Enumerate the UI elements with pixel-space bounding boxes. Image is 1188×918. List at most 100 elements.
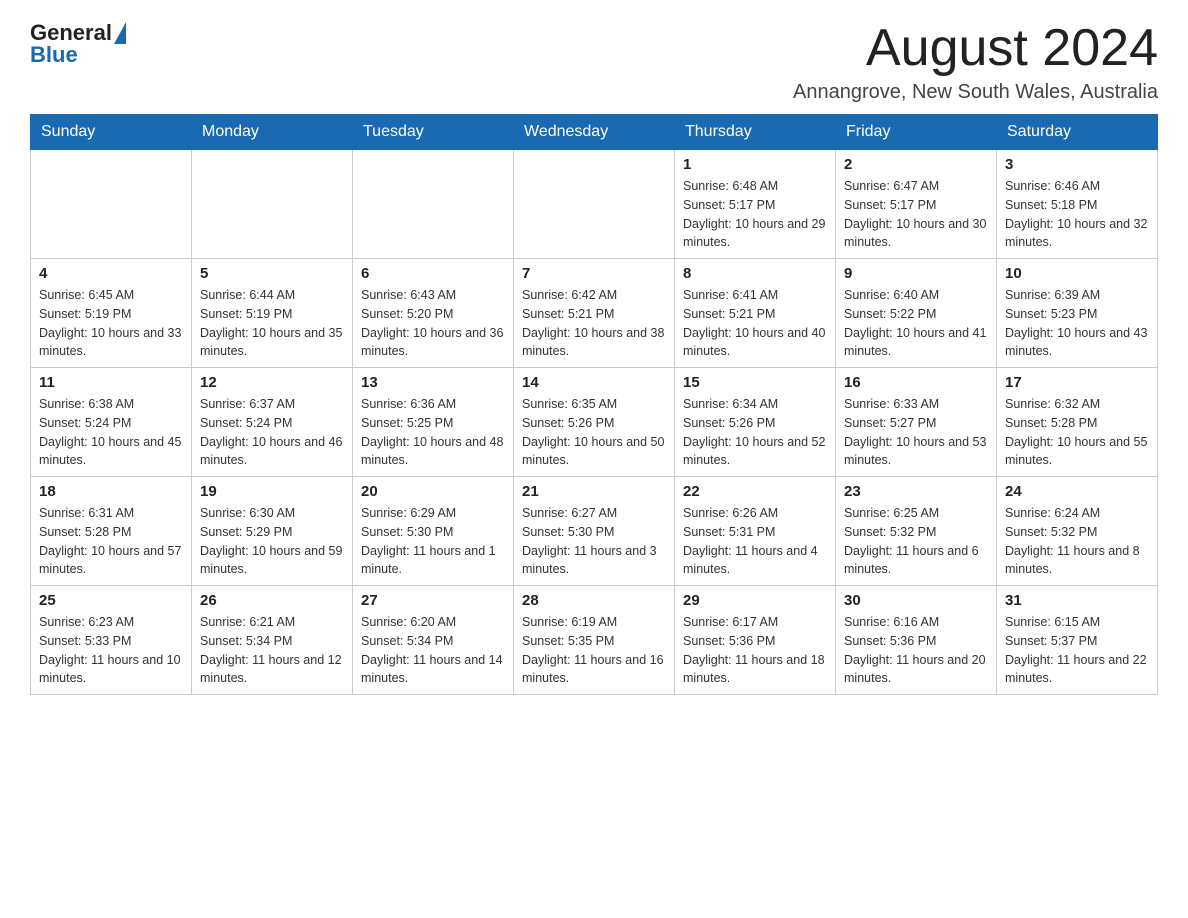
calendar-cell: 14Sunrise: 6:35 AMSunset: 5:26 PMDayligh…: [514, 368, 675, 477]
calendar-cell: 2Sunrise: 6:47 AMSunset: 5:17 PMDaylight…: [836, 150, 997, 259]
day-number: 21: [522, 483, 666, 500]
calendar-header-thursday: Thursday: [675, 115, 836, 150]
day-info: Sunrise: 6:36 AMSunset: 5:25 PMDaylight:…: [361, 395, 505, 470]
day-info: Sunrise: 6:38 AMSunset: 5:24 PMDaylight:…: [39, 395, 183, 470]
day-number: 19: [200, 483, 344, 500]
calendar-cell: 27Sunrise: 6:20 AMSunset: 5:34 PMDayligh…: [353, 586, 514, 695]
title-section: August 2024 Annangrove, New South Wales,…: [793, 20, 1158, 104]
calendar-cell: 28 Sunrise: 6:19 AMSunset: 5:35 PMDayligh…: [514, 586, 675, 695]
calendar-header-wednesday: Wednesday: [514, 115, 675, 150]
day-number: 16: [844, 374, 988, 391]
location-subtitle: Annangrove, New South Wales, Australia: [793, 81, 1158, 104]
calendar-cell: 18 Sunrise: 6:31 AMSunset: 5:28 PMDayligh…: [31, 477, 192, 586]
day-info: Sunrise: 6:42 AMSunset: 5:21 PMDaylight:…: [522, 286, 666, 361]
day-info: Sunrise: 6:17 AMSunset: 5:36 PMDaylight:…: [683, 613, 827, 688]
calendar-cell: [192, 150, 353, 259]
calendar-cell: 11 Sunrise: 6:38 AMSunset: 5:24 PMDayligh…: [31, 368, 192, 477]
day-number: 22: [683, 483, 827, 500]
calendar-cell: 7 Sunrise: 6:42 AMSunset: 5:21 PMDaylight…: [514, 259, 675, 368]
day-number: 8: [683, 265, 827, 282]
calendar-cell: 1Sunrise: 6:48 AMSunset: 5:17 PMDaylight…: [675, 150, 836, 259]
day-info: Sunrise: 6:26 AMSunset: 5:31 PMDaylight:…: [683, 504, 827, 579]
calendar-cell: [31, 150, 192, 259]
day-info: Sunrise: 6:30 AMSunset: 5:29 PMDaylight:…: [200, 504, 344, 579]
day-info: Sunrise: 6:41 AMSunset: 5:21 PMDaylight:…: [683, 286, 827, 361]
calendar-cell: 5Sunrise: 6:44 AMSunset: 5:19 PMDaylight…: [192, 259, 353, 368]
calendar-cell: [353, 150, 514, 259]
calendar-cell: 3 Sunrise: 6:46 AMSunset: 5:18 PMDaylight…: [997, 150, 1158, 259]
day-info: Sunrise: 6:33 AMSunset: 5:27 PMDaylight:…: [844, 395, 988, 470]
day-number: 12: [200, 374, 344, 391]
day-number: 20: [361, 483, 505, 500]
calendar-header-row: SundayMondayTuesdayWednesdayThursdayFrid…: [31, 115, 1158, 150]
day-number: 23: [844, 483, 988, 500]
calendar-table: SundayMondayTuesdayWednesdayThursdayFrid…: [30, 114, 1158, 695]
calendar-cell: 19 Sunrise: 6:30 AMSunset: 5:29 PMDayligh…: [192, 477, 353, 586]
day-number: 6: [361, 265, 505, 282]
day-info: Sunrise: 6:48 AMSunset: 5:17 PMDaylight:…: [683, 177, 827, 252]
day-number: 13: [361, 374, 505, 391]
day-number: 15: [683, 374, 827, 391]
calendar-cell: 29Sunrise: 6:17 AMSunset: 5:36 PMDayligh…: [675, 586, 836, 695]
day-info: Sunrise: 6:21 AMSunset: 5:34 PMDaylight:…: [200, 613, 344, 688]
day-info: Sunrise: 6:27 AMSunset: 5:30 PMDaylight:…: [522, 504, 666, 579]
day-info: Sunrise: 6:19 AMSunset: 5:35 PMDaylight:…: [522, 613, 666, 688]
day-number: 18: [39, 483, 183, 500]
calendar-cell: 13 Sunrise: 6:36 AMSunset: 5:25 PMDayligh…: [353, 368, 514, 477]
day-info: Sunrise: 6:40 AMSunset: 5:22 PMDaylight:…: [844, 286, 988, 361]
calendar-cell: 15Sunrise: 6:34 AMSunset: 5:26 PMDayligh…: [675, 368, 836, 477]
day-info: Sunrise: 6:15 AMSunset: 5:37 PMDaylight:…: [1005, 613, 1149, 688]
day-info: Sunrise: 6:31 AMSunset: 5:28 PMDaylight:…: [39, 504, 183, 579]
day-number: 5: [200, 265, 344, 282]
day-number: 31: [1005, 592, 1149, 609]
day-number: 28: [522, 592, 666, 609]
day-info: Sunrise: 6:29 AMSunset: 5:30 PMDaylight:…: [361, 504, 505, 579]
calendar-cell: 31 Sunrise: 6:15 AMSunset: 5:37 PMDayligh…: [997, 586, 1158, 695]
calendar-cell: 10 Sunrise: 6:39 AMSunset: 5:23 PMDayligh…: [997, 259, 1158, 368]
day-info: Sunrise: 6:23 AMSunset: 5:33 PMDaylight:…: [39, 613, 183, 688]
calendar-week-row: 11 Sunrise: 6:38 AMSunset: 5:24 PMDayligh…: [31, 368, 1158, 477]
calendar-header-friday: Friday: [836, 115, 997, 150]
day-info: Sunrise: 6:24 AMSunset: 5:32 PMDaylight:…: [1005, 504, 1149, 579]
calendar-week-row: 25Sunrise: 6:23 AMSunset: 5:33 PMDayligh…: [31, 586, 1158, 695]
calendar-cell: 9Sunrise: 6:40 AMSunset: 5:22 PMDaylight…: [836, 259, 997, 368]
calendar-week-row: 18 Sunrise: 6:31 AMSunset: 5:28 PMDayligh…: [31, 477, 1158, 586]
calendar-header-saturday: Saturday: [997, 115, 1158, 150]
day-info: Sunrise: 6:25 AMSunset: 5:32 PMDaylight:…: [844, 504, 988, 579]
calendar-cell: 21 Sunrise: 6:27 AMSunset: 5:30 PMDayligh…: [514, 477, 675, 586]
day-info: Sunrise: 6:45 AMSunset: 5:19 PMDaylight:…: [39, 286, 183, 361]
calendar-cell: 8 Sunrise: 6:41 AMSunset: 5:21 PMDaylight…: [675, 259, 836, 368]
calendar-cell: 24 Sunrise: 6:24 AMSunset: 5:32 PMDayligh…: [997, 477, 1158, 586]
day-number: 3: [1005, 156, 1149, 173]
day-number: 7: [522, 265, 666, 282]
logo-triangle-icon: [114, 22, 126, 44]
page-header: General Blue August 2024 Annangrove, New…: [30, 20, 1158, 104]
day-number: 26: [200, 592, 344, 609]
day-info: Sunrise: 6:43 AMSunset: 5:20 PMDaylight:…: [361, 286, 505, 361]
day-number: 11: [39, 374, 183, 391]
calendar-cell: 6 Sunrise: 6:43 AMSunset: 5:20 PMDaylight…: [353, 259, 514, 368]
calendar-cell: 26 Sunrise: 6:21 AMSunset: 5:34 PMDayligh…: [192, 586, 353, 695]
day-number: 30: [844, 592, 988, 609]
calendar-header-sunday: Sunday: [31, 115, 192, 150]
day-info: Sunrise: 6:46 AMSunset: 5:18 PMDaylight:…: [1005, 177, 1149, 252]
calendar-header-monday: Monday: [192, 115, 353, 150]
day-info: Sunrise: 6:32 AMSunset: 5:28 PMDaylight:…: [1005, 395, 1149, 470]
calendar-cell: 23 Sunrise: 6:25 AMSunset: 5:32 PMDayligh…: [836, 477, 997, 586]
calendar-cell: 25Sunrise: 6:23 AMSunset: 5:33 PMDayligh…: [31, 586, 192, 695]
day-number: 17: [1005, 374, 1149, 391]
day-info: Sunrise: 6:16 AMSunset: 5:36 PMDaylight:…: [844, 613, 988, 688]
day-number: 10: [1005, 265, 1149, 282]
calendar-cell: 12Sunrise: 6:37 AMSunset: 5:24 PMDayligh…: [192, 368, 353, 477]
month-title: August 2024: [793, 20, 1158, 77]
day-number: 2: [844, 156, 988, 173]
calendar-cell: 22 Sunrise: 6:26 AMSunset: 5:31 PMDayligh…: [675, 477, 836, 586]
day-number: 24: [1005, 483, 1149, 500]
day-info: Sunrise: 6:39 AMSunset: 5:23 PMDaylight:…: [1005, 286, 1149, 361]
calendar-week-row: 4 Sunrise: 6:45 AMSunset: 5:19 PMDaylight…: [31, 259, 1158, 368]
day-number: 4: [39, 265, 183, 282]
calendar-week-row: 1Sunrise: 6:48 AMSunset: 5:17 PMDaylight…: [31, 150, 1158, 259]
calendar-cell: 16 Sunrise: 6:33 AMSunset: 5:27 PMDayligh…: [836, 368, 997, 477]
day-number: 14: [522, 374, 666, 391]
calendar-cell: 30 Sunrise: 6:16 AMSunset: 5:36 PMDayligh…: [836, 586, 997, 695]
